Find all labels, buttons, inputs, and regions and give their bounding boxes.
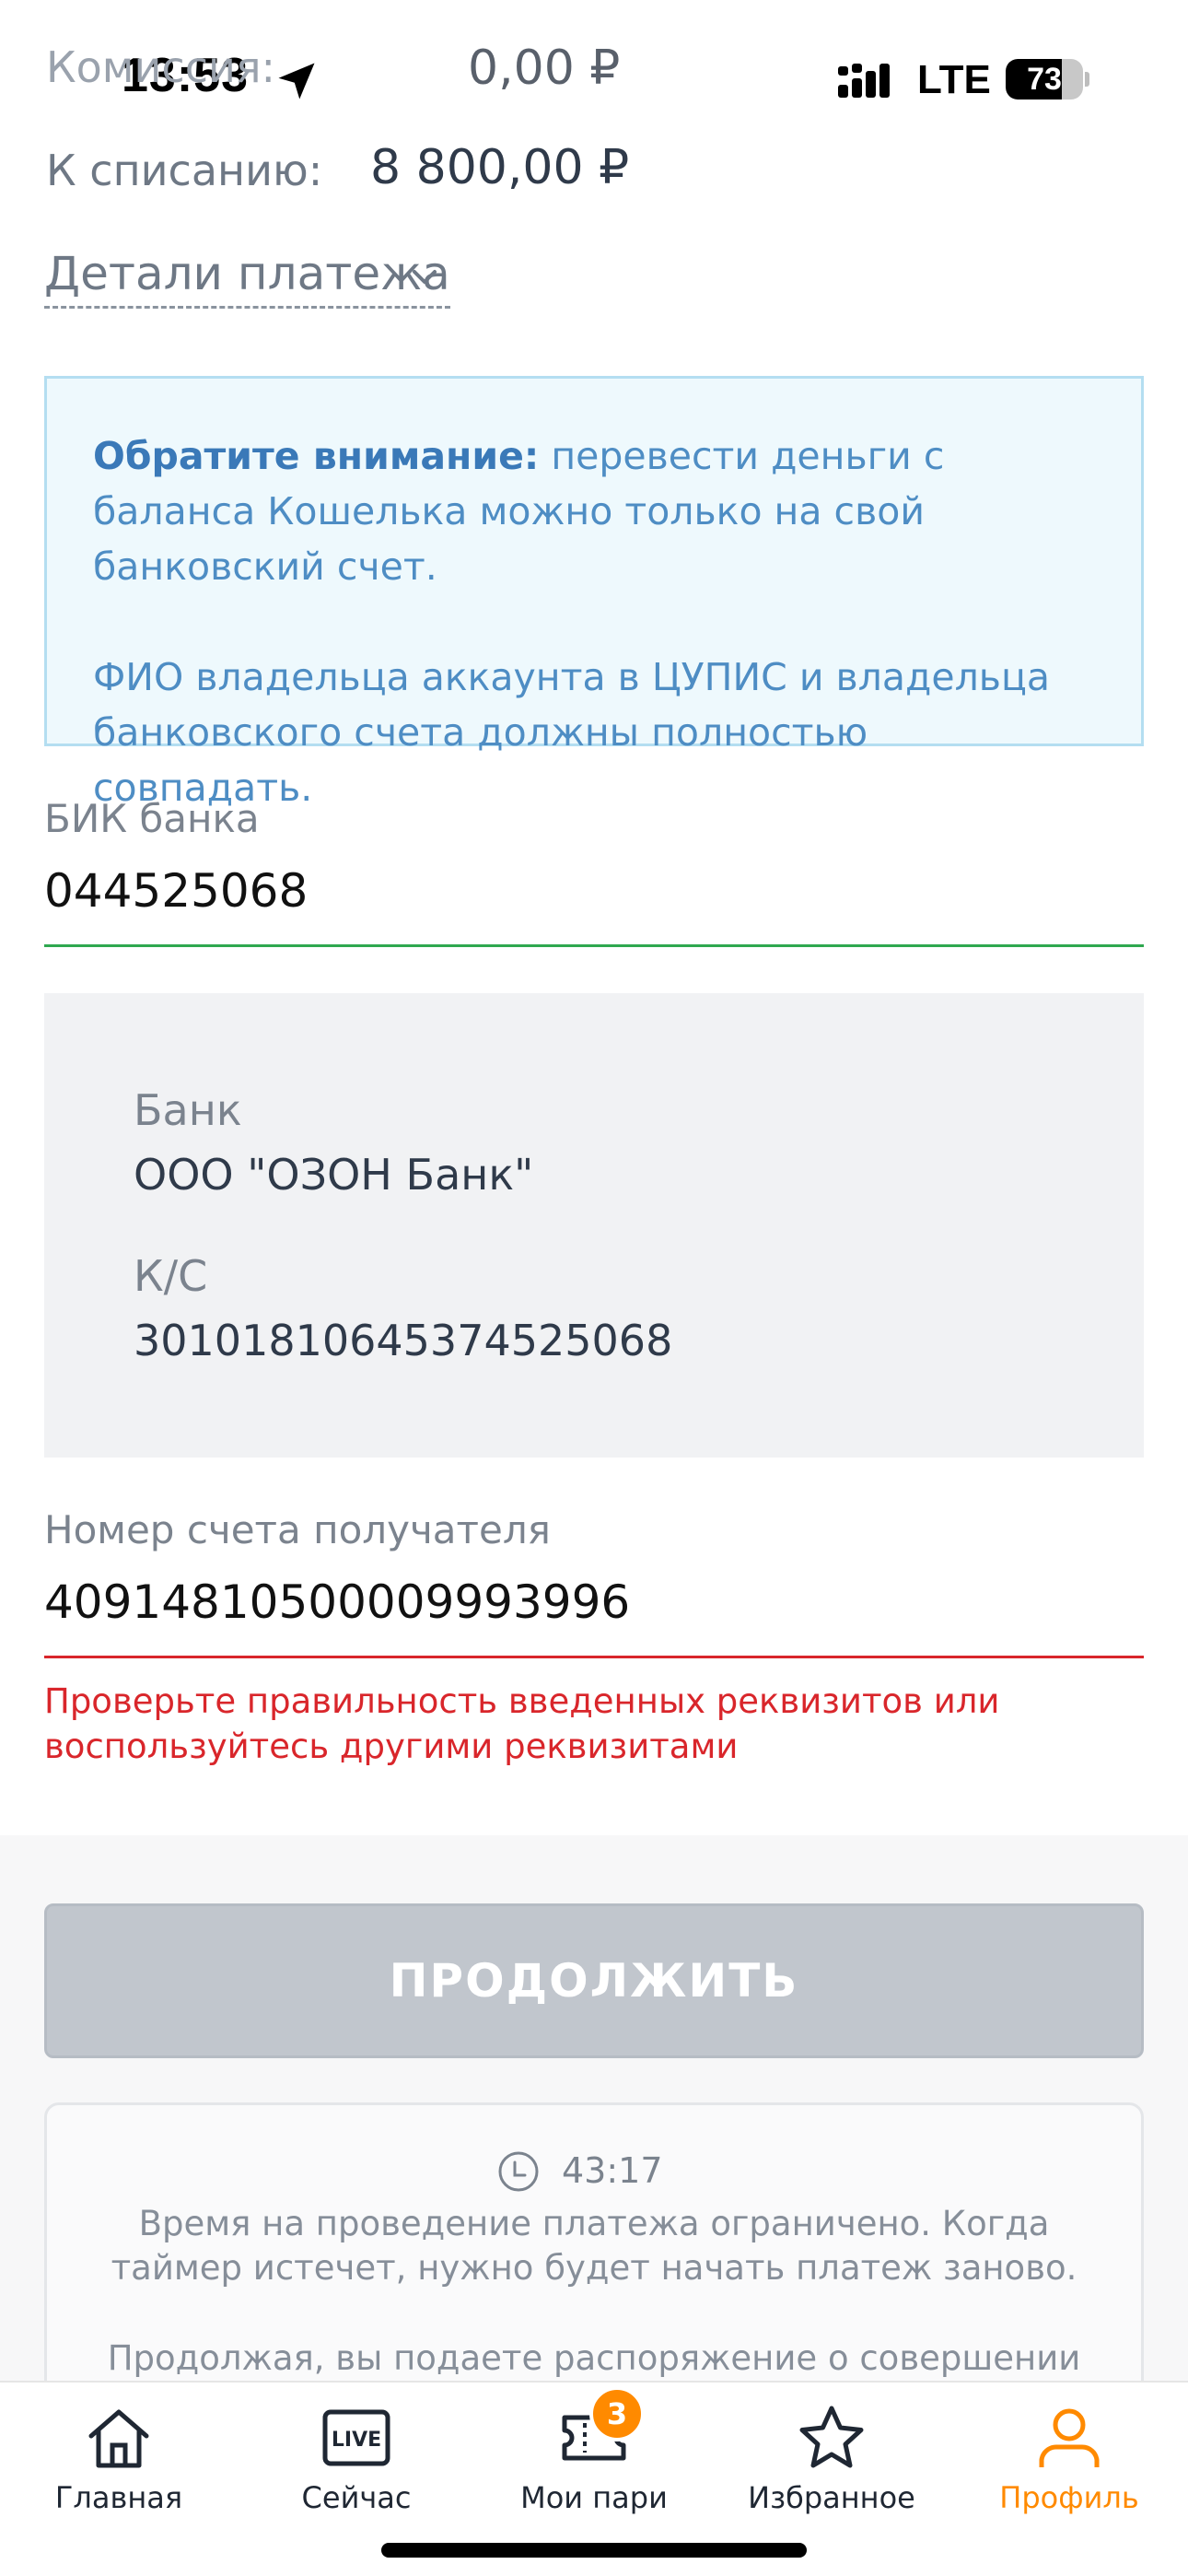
location-arrow-icon — [278, 63, 315, 100]
bik-label: БИК банка — [44, 796, 260, 841]
my-bets-badge: 3 — [589, 2386, 645, 2441]
account-number-input[interactable]: 40914810500009993996 — [44, 1575, 630, 1629]
bank-name-label: Банк — [134, 1085, 242, 1135]
correspondent-account-label: К/С — [134, 1251, 208, 1301]
tab-now-label: Сейчас — [301, 2480, 412, 2515]
consent-info-text: Продолжая, вы подаете распоряжение о сов… — [107, 2338, 1081, 2378]
star-icon — [799, 2406, 864, 2468]
debit-value: 8 800,00 ₽ — [370, 140, 630, 195]
bik-input[interactable]: 044525068 — [44, 864, 308, 918]
timer-info-text: Время на проведение платежа ограничено. … — [111, 2204, 1077, 2288]
home-indicator — [381, 2543, 807, 2558]
bank-name-value: ООО "ОЗОН Банк" — [134, 1150, 534, 1200]
tab-profile[interactable]: Профиль — [950, 2401, 1188, 2515]
debit-label: К списанию: — [46, 146, 323, 195]
tab-live[interactable]: LIVE Сейчас — [238, 2401, 475, 2515]
bank-info-box — [44, 993, 1144, 1458]
payment-details-link[interactable]: Детали платежа — [44, 247, 450, 309]
fee-label: Комиссия: — [46, 42, 276, 92]
network-type: LTE — [917, 57, 991, 102]
tab-favorites[interactable]: Избранное — [713, 2401, 950, 2515]
home-icon — [88, 2409, 149, 2468]
notice-box: Обратите внимание: перевести деньги с ба… — [44, 376, 1144, 810]
notice-bold-prefix: Обратите внимание: — [93, 434, 540, 478]
clock-icon — [498, 2151, 539, 2192]
profile-icon — [1039, 2408, 1100, 2467]
live-icon-text: LIVE — [332, 2429, 381, 2452]
notice-text-2: ФИО владельца аккаунта в ЦУПИС и владель… — [93, 655, 1050, 810]
fee-value: 0,00 ₽ — [468, 41, 621, 96]
tab-profile-label: Профиль — [999, 2480, 1139, 2515]
tab-home[interactable]: Главная — [0, 2401, 238, 2515]
chevron-down-icon[interactable] — [411, 265, 438, 289]
tab-home-label: Главная — [54, 2480, 183, 2515]
bik-input-underline — [44, 944, 1144, 947]
tab-my-bets-label: Мои пари — [520, 2480, 668, 2515]
tab-favorites-label: Избранное — [748, 2480, 915, 2515]
account-input-underline — [44, 1656, 1144, 1658]
cellular-signal-icon — [838, 64, 890, 98]
payment-timer: 43:17 — [562, 2150, 663, 2191]
correspondent-account-value: 30101810645374525068 — [134, 1316, 673, 1365]
battery-percent: 73 — [1027, 62, 1062, 97]
continue-button[interactable]: ПРОДОЛЖИТЬ — [44, 1903, 1144, 2058]
live-icon: LIVE — [322, 2409, 390, 2466]
account-error-message: Проверьте правильность введенных реквизи… — [44, 1681, 1000, 1766]
notice-text-1: Обратите внимание: перевести деньги с ба… — [93, 428, 1097, 594]
battery-indicator: 73 — [1006, 59, 1089, 100]
account-number-label: Номер счета получателя — [44, 1507, 551, 1552]
